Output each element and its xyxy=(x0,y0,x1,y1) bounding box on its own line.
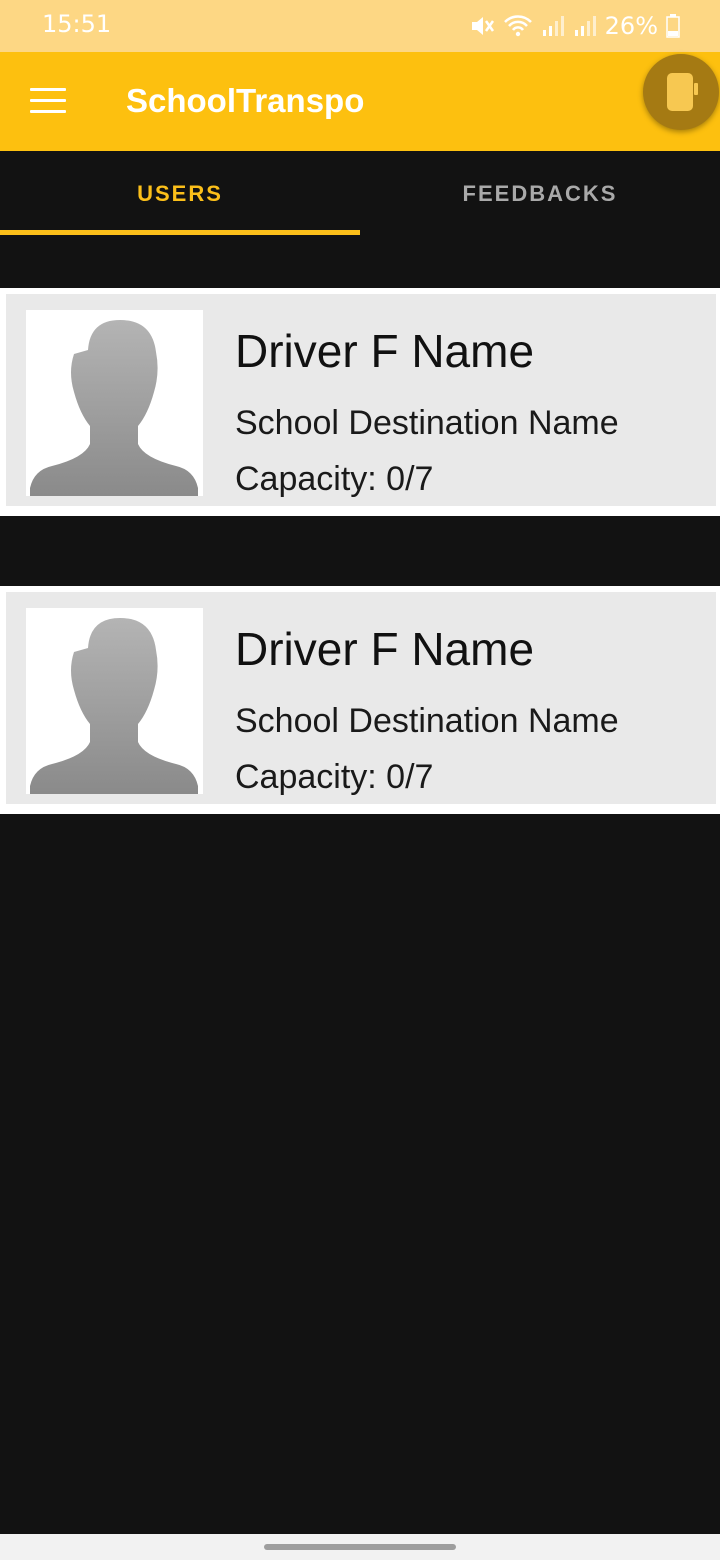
person-silhouette-icon xyxy=(26,310,203,496)
app-title: SchoolTranspo xyxy=(126,82,365,119)
mute-icon xyxy=(469,14,495,38)
driver-card[interactable]: Driver F Name School Destination Name Ca… xyxy=(0,586,720,814)
driver-name: Driver F Name xyxy=(235,623,535,675)
phone-icon xyxy=(667,73,698,111)
hamburger-menu-icon[interactable] xyxy=(30,88,66,116)
battery-icon xyxy=(666,14,680,38)
person-silhouette-icon xyxy=(26,608,203,794)
tab-users[interactable]: USERS xyxy=(0,151,360,236)
capacity: Capacity: 0/7 xyxy=(235,460,434,498)
signal-icon xyxy=(573,14,597,38)
driver-card[interactable]: Driver F Name School Destination Name Ca… xyxy=(0,288,720,516)
driver-name: Driver F Name xyxy=(235,325,535,377)
signal-icon xyxy=(541,14,565,38)
school-destination: School Destination Name xyxy=(235,702,619,740)
home-handle[interactable] xyxy=(264,1544,456,1550)
tab-feedbacks[interactable]: FEEDBACKS xyxy=(360,151,720,236)
battery-percent: 26% xyxy=(604,12,658,40)
capacity: Capacity: 0/7 xyxy=(235,758,434,796)
navigation-bar xyxy=(0,1534,720,1560)
card-body: Driver F Name School Destination Name Ca… xyxy=(6,294,716,506)
tab-bar: USERS FEEDBACKS xyxy=(0,151,720,236)
tab-indicator xyxy=(0,230,360,235)
card-body: Driver F Name School Destination Name Ca… xyxy=(6,592,716,804)
phone-button[interactable] xyxy=(643,54,719,130)
status-bar: 15:51 26% xyxy=(0,0,720,52)
status-icons: 26% xyxy=(469,12,680,40)
app-bar: SchoolTranspo xyxy=(0,52,720,151)
wifi-icon xyxy=(503,14,533,38)
status-time: 15:51 xyxy=(42,10,112,38)
school-destination: School Destination Name xyxy=(235,404,619,442)
